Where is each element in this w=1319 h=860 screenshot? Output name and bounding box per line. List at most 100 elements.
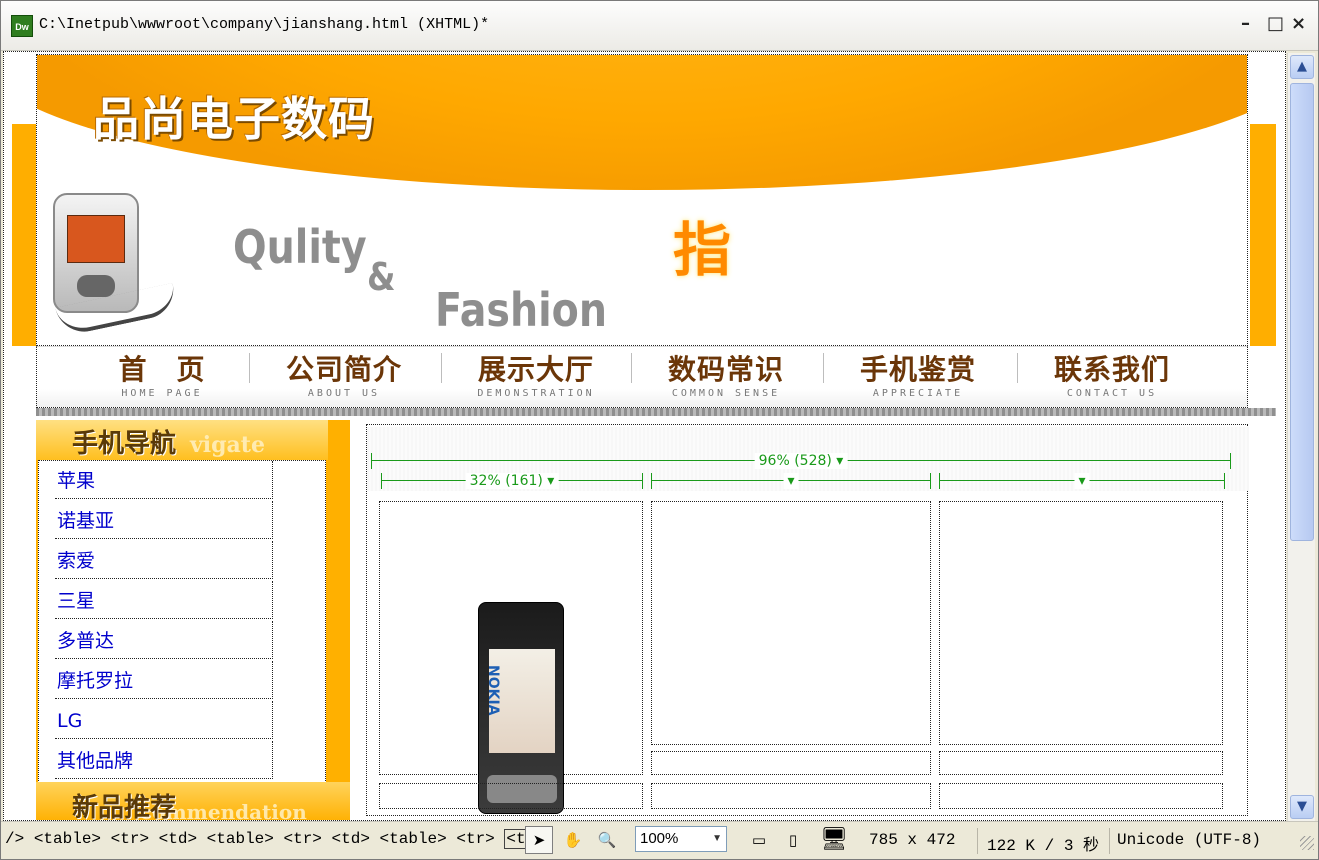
sidebar-item-other[interactable]: 其他品牌 bbox=[55, 741, 273, 779]
nav-label-cn: 数码常识 bbox=[667, 353, 784, 386]
slogan-quality: Qulity bbox=[233, 220, 367, 274]
product-cell-3[interactable] bbox=[939, 501, 1223, 745]
status-separator bbox=[1109, 828, 1110, 854]
resize-grip-icon[interactable] bbox=[1300, 836, 1314, 850]
window-size-readout[interactable]: 785 x 472 bbox=[869, 831, 955, 849]
main-navigation: 首 页 HOME PAGE 公司简介 ABOUT US 展示大厅 DEMONST… bbox=[36, 346, 1248, 408]
sidebar-heading-banner: vigate 手机导航 bbox=[36, 420, 328, 460]
sidebar-item-samsung[interactable]: 三星 bbox=[55, 581, 273, 619]
nav-label-cn: 公司简介 bbox=[285, 353, 402, 386]
table-width-label: 96% (528) ▾ bbox=[754, 453, 848, 469]
vertical-scrollbar[interactable]: ▲ ▼ bbox=[1287, 53, 1315, 823]
nav-label-en: APPRECIATE bbox=[872, 388, 964, 399]
window-size-medium-icon[interactable]: ▯ bbox=[779, 826, 807, 854]
status-separator bbox=[977, 828, 978, 854]
nav-label-en: CONTACT US bbox=[1066, 388, 1158, 399]
status-bar: /> <table> <tr> <td> <table> <tr> <td> <… bbox=[1, 821, 1318, 859]
column-width-label: 32% (161) ▾ bbox=[465, 473, 559, 489]
nav-item-home[interactable]: 首 页 HOME PAGE bbox=[67, 353, 257, 403]
phone-screen bbox=[67, 215, 125, 263]
nav-label-en: ABOUT US bbox=[307, 388, 381, 399]
sidebar-phone-navigation: vigate 手机导航 苹果 诺基亚 索爱 三星 多普达 摩托罗拉 LG 其他品… bbox=[36, 420, 350, 821]
new-products-heading-banner: commendation 新品推荐 bbox=[36, 782, 350, 821]
window-size-small-icon[interactable]: ▭ bbox=[745, 826, 773, 854]
chevron-down-icon: ▼ bbox=[712, 833, 722, 844]
scroll-thumb[interactable] bbox=[1290, 83, 1314, 541]
tag-item[interactable]: <table> bbox=[380, 830, 447, 848]
product-caption-cell[interactable] bbox=[651, 783, 931, 809]
tag-item[interactable]: <td> bbox=[332, 830, 370, 848]
sidebar-item-nokia[interactable]: 诺基亚 bbox=[55, 501, 273, 539]
dreamweaver-window: Dw C:\Inetpub\wwwroot\company\jianshang.… bbox=[0, 0, 1319, 860]
banner-image: 品尚电子数码 Qulity & Fashion 指 bbox=[36, 54, 1248, 346]
phone-keypad bbox=[77, 275, 115, 297]
header-banner-table: 品尚电子数码 Qulity & Fashion 指 首 页 HOME PAGE bbox=[8, 54, 1276, 416]
sidebar-item-apple[interactable]: 苹果 bbox=[55, 461, 273, 499]
nav-label-cn: 展示大厅 bbox=[477, 353, 594, 386]
column-width-marker: ▾ bbox=[1074, 473, 1090, 489]
zoom-select[interactable]: 100% ▼ bbox=[635, 826, 727, 852]
brand-list: 苹果 诺基亚 索爱 三星 多普达 摩托罗拉 LG 其他品牌 bbox=[38, 460, 326, 785]
hand-tool-icon[interactable]: ✋ bbox=[559, 826, 587, 854]
maximize-button[interactable]: □ bbox=[1267, 13, 1284, 34]
product-display-table: 96% (528) ▾ 32% (161) ▾ ▾ ▾ NOKIA bbox=[366, 424, 1249, 816]
product-caption-cell[interactable] bbox=[939, 783, 1223, 809]
zoom-value: 100% bbox=[640, 830, 679, 847]
title-bar: Dw C:\Inetpub\wwwroot\company\jianshang.… bbox=[1, 1, 1318, 51]
select-tool-arrow-icon[interactable]: ➤ bbox=[525, 826, 553, 854]
nav-bottom-border bbox=[36, 408, 1276, 416]
tag-item[interactable]: <td> bbox=[159, 830, 197, 848]
download-size-time: 122 K / 3 秒 bbox=[987, 837, 1100, 855]
zoom-tool-magnifier-icon[interactable]: 🔍 bbox=[593, 826, 621, 854]
column-width-indicator[interactable]: ▾ bbox=[939, 473, 1225, 489]
close-button[interactable]: × bbox=[1291, 13, 1306, 34]
new-products-heading: 新品推荐 bbox=[72, 793, 177, 821]
minimize-button[interactable]: – bbox=[1241, 13, 1250, 34]
nav-item-about[interactable]: 公司简介 ABOUT US bbox=[249, 353, 439, 403]
sidebar-item-lg[interactable]: LG bbox=[55, 701, 273, 739]
nav-label-en: COMMON SENSE bbox=[671, 388, 781, 399]
slogan-ampersand: & bbox=[367, 255, 396, 299]
product-cell-2[interactable] bbox=[651, 501, 931, 745]
product-caption-cell[interactable] bbox=[939, 751, 1223, 775]
dreamweaver-app-icon: Dw bbox=[11, 15, 33, 37]
tag-item[interactable]: <tr> bbox=[111, 830, 149, 848]
banner-side-decoration bbox=[1250, 124, 1276, 346]
tag-item[interactable]: <tr> bbox=[284, 830, 322, 848]
nokia-logo: NOKIA bbox=[485, 665, 501, 716]
encoding-readout: Unicode (UTF-8) bbox=[1117, 831, 1262, 849]
nav-item-common-sense[interactable]: 数码常识 COMMON SENSE bbox=[631, 353, 821, 403]
tag-item[interactable]: <tr> bbox=[456, 830, 494, 848]
product-cell-1[interactable]: NOKIA bbox=[379, 501, 643, 814]
slogan-fashion: Fashion bbox=[435, 283, 608, 337]
nav-label-cn: 首 页 bbox=[118, 353, 206, 386]
column-width-marker: ▾ bbox=[783, 473, 799, 489]
nav-item-contact[interactable]: 联系我们 CONTACT US bbox=[1017, 353, 1207, 403]
table-width-indicator[interactable]: 96% (528) ▾ bbox=[371, 453, 1231, 469]
scroll-up-button[interactable]: ▲ bbox=[1290, 55, 1314, 79]
tag-item[interactable]: <table> bbox=[207, 830, 274, 848]
sidebar-item-dopod[interactable]: 多普达 bbox=[55, 621, 273, 659]
nav-label-en: HOME PAGE bbox=[121, 388, 203, 399]
design-view-canvas[interactable]: 品尚电子数码 Qulity & Fashion 指 首 页 HOME PAGE bbox=[3, 51, 1286, 821]
window-size-monitor-icon[interactable]: 🖥 bbox=[819, 826, 848, 854]
sidebar-heading-en: vigate bbox=[190, 432, 265, 458]
column-width-indicator[interactable]: 32% (161) ▾ bbox=[381, 473, 643, 489]
nav-item-demonstration[interactable]: 展示大厅 DEMONSTRATION bbox=[441, 353, 631, 403]
tag-item[interactable]: <table> bbox=[34, 830, 101, 848]
nav-label-cn: 联系我们 bbox=[1053, 353, 1170, 386]
glowing-character: 指 bbox=[673, 216, 732, 284]
nav-label-en: DEMONSTRATION bbox=[477, 388, 595, 399]
product-caption-cell[interactable] bbox=[379, 783, 643, 809]
sidebar-item-motorola[interactable]: 摩托罗拉 bbox=[55, 661, 273, 699]
tag-selector: /> <table> <tr> <td> <table> <tr> <td> <… bbox=[5, 829, 547, 849]
nav-item-appreciate[interactable]: 手机鉴赏 APPRECIATE bbox=[823, 353, 1013, 403]
tag-item[interactable]: /> bbox=[5, 830, 24, 848]
scroll-down-button[interactable]: ▼ bbox=[1290, 795, 1314, 819]
document-title: C:\Inetpub\wwwroot\company\jianshang.htm… bbox=[39, 16, 490, 33]
sidebar-item-sony-ericsson[interactable]: 索爱 bbox=[55, 541, 273, 579]
brand-logo-text: 品尚电子数码 bbox=[93, 92, 375, 146]
product-caption-cell[interactable] bbox=[651, 751, 931, 775]
nav-label-cn: 手机鉴赏 bbox=[859, 353, 976, 386]
column-width-indicator[interactable]: ▾ bbox=[651, 473, 931, 489]
